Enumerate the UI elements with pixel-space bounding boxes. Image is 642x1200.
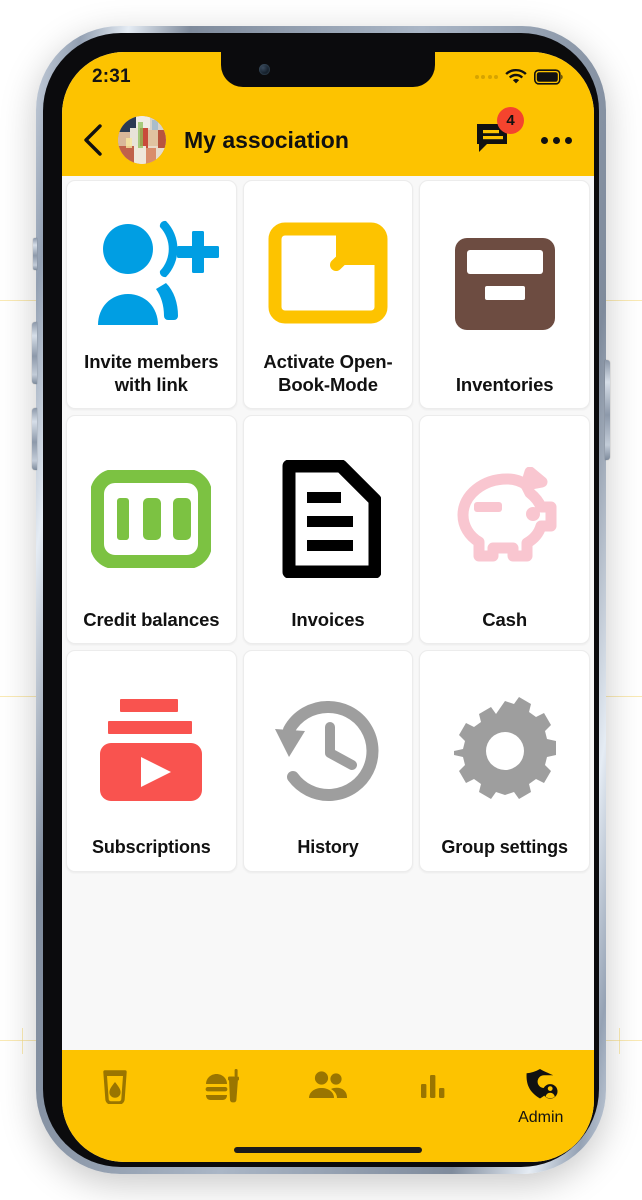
subscriptions-play-icon xyxy=(74,665,229,836)
tile-label: Cash xyxy=(482,609,528,630)
guide-line xyxy=(22,1028,23,1054)
person-add-icon xyxy=(74,195,229,350)
tile-cash[interactable]: Cash xyxy=(419,415,590,644)
guide-line xyxy=(619,1028,620,1054)
nav-item-drinks[interactable] xyxy=(62,1068,168,1111)
guide-line xyxy=(602,696,642,697)
tile-label: Activate Open-Book-Mode xyxy=(263,351,393,395)
tile-credit-balances[interactable]: Credit balances xyxy=(66,415,237,644)
tile-label: Invoices xyxy=(291,609,365,630)
nav-label: Admin xyxy=(518,1109,564,1126)
bottom-navigation: Admin xyxy=(62,1050,594,1162)
tile-label: Invite members with link xyxy=(84,351,219,395)
tile-group-settings[interactable]: Group settings xyxy=(419,650,590,872)
power-button[interactable] xyxy=(605,360,610,460)
home-indicator[interactable] xyxy=(234,1147,422,1153)
app-bar: My association 4 xyxy=(62,104,594,176)
phone-bezel: 2:31 My association 4 Invite members wit… xyxy=(43,33,599,1167)
open-folder-icon xyxy=(251,195,406,350)
status-indicators xyxy=(474,66,565,85)
wifi-icon xyxy=(505,69,527,85)
back-chevron-icon[interactable] xyxy=(80,123,106,157)
more-horizontal-icon[interactable] xyxy=(541,136,572,144)
volume-down-button[interactable] xyxy=(32,408,37,470)
battery-full-icon xyxy=(534,69,564,85)
gear-icon xyxy=(427,665,582,836)
messages-badge: 4 xyxy=(497,106,524,134)
phone-screen: 2:31 My association 4 Invite members wit… xyxy=(62,52,594,1162)
silent-switch[interactable] xyxy=(33,238,37,270)
tile-label: Subscriptions xyxy=(91,837,211,857)
volume-up-button[interactable] xyxy=(32,322,37,384)
tile-invite-members[interactable]: Invite members with link xyxy=(66,180,237,409)
avatar[interactable] xyxy=(118,116,166,164)
tile-label: Inventories xyxy=(455,374,554,395)
piggy-bank-icon xyxy=(427,430,582,608)
nav-item-admin[interactable]: Admin xyxy=(488,1068,594,1127)
admin-shield-icon xyxy=(524,1068,558,1107)
chat-bubble-icon xyxy=(475,123,511,159)
tile-invoices[interactable]: Invoices xyxy=(242,415,414,644)
tile-label: Group settings xyxy=(441,837,568,857)
content-area: Invite members with link Activate Open-B… xyxy=(62,176,594,1050)
tile-subscriptions[interactable]: Subscriptions xyxy=(66,650,237,872)
drink-glass-icon xyxy=(99,1068,131,1109)
notch xyxy=(221,52,435,87)
tile-inventories[interactable]: Inventories xyxy=(419,180,590,409)
tile-open-book-mode[interactable]: Activate Open-Book-Mode xyxy=(242,180,414,409)
money-100-icon xyxy=(74,430,229,608)
status-time: 2:31 xyxy=(92,66,131,87)
phone-frame: 2:31 My association 4 Invite members wit… xyxy=(32,26,610,1174)
page-title: My association xyxy=(184,126,349,153)
tile-history[interactable]: History xyxy=(242,650,414,872)
front-camera-icon xyxy=(259,64,270,75)
nav-item-members[interactable] xyxy=(275,1068,381,1109)
nav-item-food[interactable] xyxy=(168,1068,274,1111)
history-clock-icon xyxy=(251,665,406,836)
guide-line xyxy=(0,696,40,697)
messages-button[interactable]: 4 xyxy=(475,106,524,160)
people-group-icon xyxy=(308,1068,348,1107)
screenshot-stage: 2:31 My association 4 Invite members wit… xyxy=(0,0,642,1200)
bar-chart-icon xyxy=(419,1068,449,1107)
nav-item-statistics[interactable] xyxy=(381,1068,487,1109)
tile-label: History xyxy=(297,837,359,857)
document-lines-icon xyxy=(251,430,406,608)
archive-box-icon xyxy=(427,195,582,373)
action-grid: Invite members with link Activate Open-B… xyxy=(66,180,590,872)
signal-dots-icon xyxy=(474,75,498,79)
fast-food-icon xyxy=(204,1068,240,1109)
tile-label: Credit balances xyxy=(83,609,220,630)
